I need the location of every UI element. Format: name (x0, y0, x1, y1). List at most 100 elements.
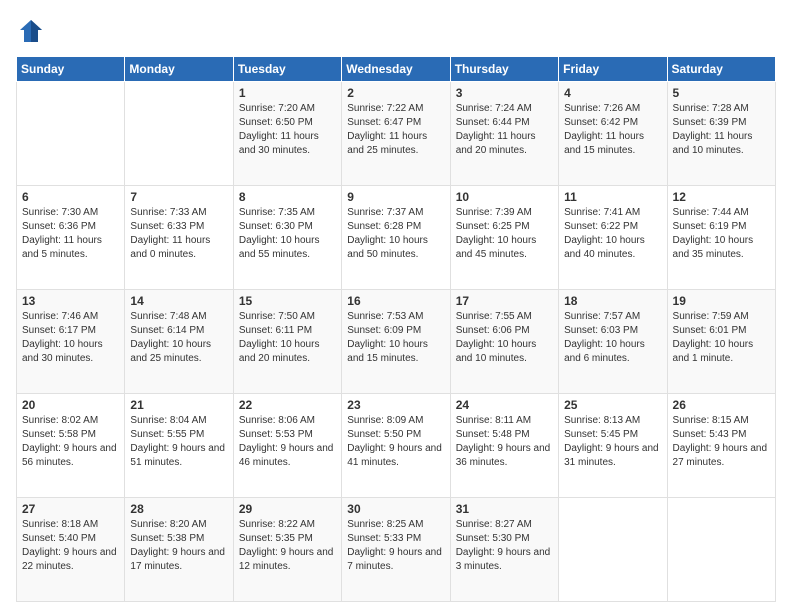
calendar-cell: 12 Sunrise: 7:44 AMSunset: 6:19 PMDayligh… (667, 186, 775, 290)
calendar-cell: 13 Sunrise: 7:46 AMSunset: 6:17 PMDayligh… (17, 290, 125, 394)
calendar-cell: 4 Sunrise: 7:26 AMSunset: 6:42 PMDaylight… (559, 82, 667, 186)
calendar-week-row: 6Sunrise: 7:30 AMSunset: 6:36 PMDaylight… (17, 186, 776, 290)
calendar-cell: 14 Sunrise: 7:48 AMSunset: 6:14 PMDayligh… (125, 290, 233, 394)
day-info: Sunrise: 7:46 AMSunset: 6:17 PMDaylight:… (22, 310, 119, 366)
calendar-cell: 24 Sunrise: 8:11 AMSunset: 5:48 PMDayligh… (450, 394, 558, 498)
day-number: 3 (456, 86, 553, 100)
day-number: 23 (347, 398, 444, 412)
day-info: Sunrise: 8:22 AMSunset: 5:35 PMDaylight:… (239, 518, 336, 574)
calendar-cell: 2Sunrise: 7:22 AMSunset: 6:47 PMDaylight… (342, 82, 450, 186)
day-number: 27 (22, 502, 119, 516)
header (16, 16, 776, 46)
calendar-cell: 3 Sunrise: 7:24 AMSunset: 6:44 PMDaylight… (450, 82, 558, 186)
calendar-cell: 28 Sunrise: 8:20 AMSunset: 5:38 PMDayligh… (125, 498, 233, 602)
calendar-cell: 20 Sunrise: 8:02 AMSunset: 5:58 PMDayligh… (17, 394, 125, 498)
day-number: 19 (673, 294, 770, 308)
calendar-week-row: 1 Sunrise: 7:20 AMSunset: 6:50 PMDaylight… (17, 82, 776, 186)
weekday-header: Monday (125, 57, 233, 82)
day-number: 11 (564, 190, 661, 204)
weekday-header: Tuesday (233, 57, 341, 82)
calendar-cell (667, 498, 775, 602)
day-number: 15 (239, 294, 336, 308)
day-info: Sunrise: 7:30 AMSunset: 6:36 PMDaylight:… (22, 206, 119, 262)
day-info: Sunrise: 7:26 AMSunset: 6:42 PMDaylight:… (564, 102, 661, 158)
day-info: Sunrise: 7:33 AMSunset: 6:33 PMDaylight:… (130, 206, 227, 262)
day-number: 29 (239, 502, 336, 516)
day-number: 9 (347, 190, 444, 204)
calendar-week-row: 13 Sunrise: 7:46 AMSunset: 6:17 PMDayligh… (17, 290, 776, 394)
calendar-cell: 16Sunrise: 7:53 AMSunset: 6:09 PMDayligh… (342, 290, 450, 394)
calendar-cell: 26 Sunrise: 8:15 AMSunset: 5:43 PMDayligh… (667, 394, 775, 498)
day-number: 20 (22, 398, 119, 412)
day-number: 4 (564, 86, 661, 100)
calendar-cell: 9 Sunrise: 7:37 AMSunset: 6:28 PMDaylight… (342, 186, 450, 290)
day-number: 24 (456, 398, 553, 412)
day-info: Sunrise: 7:57 AMSunset: 6:03 PMDaylight:… (564, 310, 661, 366)
day-number: 7 (130, 190, 227, 204)
day-number: 12 (673, 190, 770, 204)
calendar-cell: 10 Sunrise: 7:39 AMSunset: 6:25 PMDayligh… (450, 186, 558, 290)
day-info: Sunrise: 8:04 AMSunset: 5:55 PMDaylight:… (130, 414, 227, 470)
day-info: Sunrise: 7:53 AMSunset: 6:09 PMDaylight:… (347, 310, 444, 366)
calendar-table: SundayMondayTuesdayWednesdayThursdayFrid… (16, 56, 776, 602)
calendar-cell: 11Sunrise: 7:41 AMSunset: 6:22 PMDayligh… (559, 186, 667, 290)
calendar-week-row: 20 Sunrise: 8:02 AMSunset: 5:58 PMDayligh… (17, 394, 776, 498)
day-info: Sunrise: 7:44 AMSunset: 6:19 PMDaylight:… (673, 206, 770, 262)
day-info: Sunrise: 7:35 AMSunset: 6:30 PMDaylight:… (239, 206, 336, 262)
day-info: Sunrise: 7:50 AMSunset: 6:11 PMDaylight:… (239, 310, 336, 366)
calendar-cell: 8 Sunrise: 7:35 AMSunset: 6:30 PMDaylight… (233, 186, 341, 290)
day-info: Sunrise: 8:09 AMSunset: 5:50 PMDaylight:… (347, 414, 444, 470)
logo (16, 16, 50, 46)
day-info: Sunrise: 7:55 AMSunset: 6:06 PMDaylight:… (456, 310, 553, 366)
day-number: 17 (456, 294, 553, 308)
day-number: 5 (673, 86, 770, 100)
day-info: Sunrise: 8:11 AMSunset: 5:48 PMDaylight:… (456, 414, 553, 470)
day-number: 21 (130, 398, 227, 412)
day-number: 30 (347, 502, 444, 516)
day-info: Sunrise: 7:28 AMSunset: 6:39 PMDaylight:… (673, 102, 770, 158)
day-info: Sunrise: 7:24 AMSunset: 6:44 PMDaylight:… (456, 102, 553, 158)
calendar-cell (17, 82, 125, 186)
calendar-cell: 7 Sunrise: 7:33 AMSunset: 6:33 PMDaylight… (125, 186, 233, 290)
day-info: Sunrise: 8:13 AMSunset: 5:45 PMDaylight:… (564, 414, 661, 470)
calendar-header-row: SundayMondayTuesdayWednesdayThursdayFrid… (17, 57, 776, 82)
day-info: Sunrise: 8:18 AMSunset: 5:40 PMDaylight:… (22, 518, 119, 574)
weekday-header: Thursday (450, 57, 558, 82)
calendar-cell: 18 Sunrise: 7:57 AMSunset: 6:03 PMDayligh… (559, 290, 667, 394)
day-info: Sunrise: 7:20 AMSunset: 6:50 PMDaylight:… (239, 102, 336, 158)
day-info: Sunrise: 7:37 AMSunset: 6:28 PMDaylight:… (347, 206, 444, 262)
day-info: Sunrise: 8:06 AMSunset: 5:53 PMDaylight:… (239, 414, 336, 470)
calendar-cell: 15 Sunrise: 7:50 AMSunset: 6:11 PMDayligh… (233, 290, 341, 394)
calendar-cell (125, 82, 233, 186)
day-number: 1 (239, 86, 336, 100)
calendar-cell: 19 Sunrise: 7:59 AMSunset: 6:01 PMDayligh… (667, 290, 775, 394)
calendar-cell: 31Sunrise: 8:27 AMSunset: 5:30 PMDayligh… (450, 498, 558, 602)
calendar-cell: 25 Sunrise: 8:13 AMSunset: 5:45 PMDayligh… (559, 394, 667, 498)
weekday-header: Wednesday (342, 57, 450, 82)
day-number: 10 (456, 190, 553, 204)
day-info: Sunrise: 7:39 AMSunset: 6:25 PMDaylight:… (456, 206, 553, 262)
weekday-header: Saturday (667, 57, 775, 82)
day-info: Sunrise: 7:48 AMSunset: 6:14 PMDaylight:… (130, 310, 227, 366)
calendar-body: 1 Sunrise: 7:20 AMSunset: 6:50 PMDaylight… (17, 82, 776, 602)
day-number: 22 (239, 398, 336, 412)
day-number: 8 (239, 190, 336, 204)
day-number: 13 (22, 294, 119, 308)
day-info: Sunrise: 7:59 AMSunset: 6:01 PMDaylight:… (673, 310, 770, 366)
calendar-cell: 21 Sunrise: 8:04 AMSunset: 5:55 PMDayligh… (125, 394, 233, 498)
day-info: Sunrise: 8:20 AMSunset: 5:38 PMDaylight:… (130, 518, 227, 574)
calendar-cell: 30Sunrise: 8:25 AMSunset: 5:33 PMDayligh… (342, 498, 450, 602)
logo-icon (16, 16, 46, 46)
calendar-cell: 22 Sunrise: 8:06 AMSunset: 5:53 PMDayligh… (233, 394, 341, 498)
day-number: 31 (456, 502, 553, 516)
day-number: 26 (673, 398, 770, 412)
calendar-cell: 6Sunrise: 7:30 AMSunset: 6:36 PMDaylight… (17, 186, 125, 290)
day-number: 25 (564, 398, 661, 412)
day-info: Sunrise: 8:15 AMSunset: 5:43 PMDaylight:… (673, 414, 770, 470)
day-number: 28 (130, 502, 227, 516)
day-info: Sunrise: 8:02 AMSunset: 5:58 PMDaylight:… (22, 414, 119, 470)
day-number: 14 (130, 294, 227, 308)
calendar-cell: 1 Sunrise: 7:20 AMSunset: 6:50 PMDaylight… (233, 82, 341, 186)
day-number: 18 (564, 294, 661, 308)
calendar-cell: 23 Sunrise: 8:09 AMSunset: 5:50 PMDayligh… (342, 394, 450, 498)
